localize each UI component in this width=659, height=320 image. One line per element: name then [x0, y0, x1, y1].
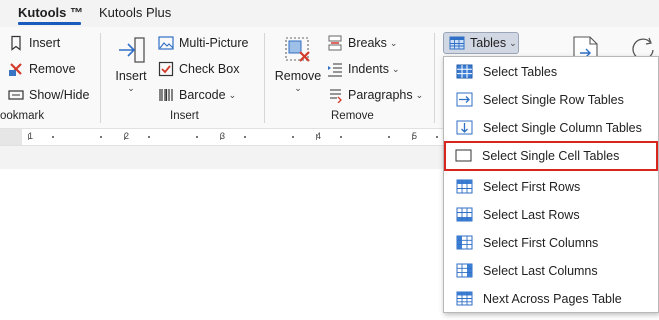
menu-item-label: Select Tables — [483, 65, 558, 79]
indents-label: Indents — [348, 62, 390, 76]
menu-item-label: Next Across Pages Table — [483, 292, 622, 306]
tab-kutools-plus[interactable]: Kutools Plus — [99, 5, 171, 20]
ruler-mark — [52, 136, 54, 138]
ruler-mark — [388, 136, 390, 138]
chevron-down-icon: ⌄ — [294, 83, 302, 93]
menu-item-label: Select Last Columns — [483, 264, 598, 278]
table-icon — [449, 35, 465, 51]
check-box-button[interactable]: Check Box — [158, 58, 239, 80]
menu-item-next-across-pages-table[interactable]: Next Across Pages Table — [446, 285, 656, 313]
ruler-mark — [196, 136, 198, 138]
ribbon-tab-bar: Kutools ™ Kutools Plus — [0, 0, 659, 27]
tables-dropdown-menu: Select Tables Select Single Row Tables S… — [443, 56, 659, 313]
menu-item-label: Select First Rows — [483, 180, 581, 194]
bookmark-group-label: ookmark — [0, 110, 45, 122]
chevron-down-icon: ⌄ — [389, 37, 398, 48]
tables-label: Tables — [470, 36, 507, 50]
ruler-mark — [292, 136, 294, 138]
breaks-button[interactable]: Breaks ⌄ — [327, 32, 397, 54]
tables-dropdown-button[interactable]: Tables ⌄ — [443, 32, 519, 54]
bookmark-showhide-button[interactable]: Show/Hide — [8, 84, 89, 106]
tab-kutools[interactable]: Kutools ™ — [18, 5, 83, 20]
insert-label: Insert — [115, 69, 147, 83]
breaks-icon — [327, 35, 343, 51]
menu-item-select-single-row-tables[interactable]: Select Single Row Tables — [446, 86, 656, 114]
check-box-label: Check Box — [179, 62, 240, 76]
chevron-down-icon: ⌄ — [392, 63, 400, 74]
paragraphs-icon — [327, 87, 343, 104]
ruler-mark — [220, 134, 221, 140]
ruler-mark — [28, 134, 29, 140]
insert-arrow-icon — [110, 35, 152, 67]
menu-item-label: Select Last Rows — [483, 208, 580, 222]
chevron-down-icon: ⌄ — [127, 83, 135, 93]
menu-item-label: Select First Columns — [483, 236, 599, 250]
group-separator — [264, 33, 265, 123]
ruler-mark — [316, 134, 317, 140]
ruler-margin — [0, 129, 22, 145]
menu-item-label: Select Single Column Tables — [483, 121, 642, 135]
multi-picture-button[interactable]: Multi-Picture — [158, 32, 248, 54]
select-tables-icon — [456, 64, 473, 79]
group-separator — [100, 33, 101, 123]
barcode-icon — [158, 87, 174, 103]
menu-item-select-single-column-tables[interactable]: Select Single Column Tables — [446, 114, 656, 142]
ruler-mark — [124, 134, 125, 140]
ruler-mark — [244, 136, 246, 138]
first-rows-icon — [456, 179, 473, 194]
menu-item-select-single-cell-tables[interactable]: Select Single Cell Tables — [444, 141, 658, 171]
multi-picture-label: Multi-Picture — [179, 36, 249, 50]
bookmark-remove-label: Remove — [29, 62, 76, 76]
single-column-tables-icon — [456, 120, 473, 135]
remove-bookmark-icon — [8, 61, 24, 77]
last-rows-icon — [456, 207, 473, 222]
remove-group-label: Remove — [331, 110, 374, 122]
menu-item-select-last-columns[interactable]: Select Last Columns — [446, 257, 656, 285]
chevron-down-icon: ⌄ — [228, 89, 237, 100]
ruler-mark — [436, 136, 438, 138]
across-pages-table-icon — [456, 291, 473, 306]
menu-item-select-last-rows[interactable]: Select Last Rows — [446, 201, 656, 229]
active-tab-indicator — [18, 22, 81, 25]
paragraphs-button[interactable]: Paragraphs ⌄ — [327, 84, 423, 106]
single-cell-tables-icon — [455, 148, 472, 163]
remove-large-button[interactable]: Remove ⌄ — [272, 35, 324, 105]
breaks-label: Breaks — [348, 36, 387, 50]
menu-item-select-first-rows[interactable]: Select First Rows — [446, 173, 656, 201]
menu-item-select-first-columns[interactable]: Select First Columns — [446, 229, 656, 257]
menu-item-select-tables[interactable]: Select Tables — [446, 58, 656, 86]
remove-label: Remove — [274, 69, 322, 83]
first-columns-icon — [456, 235, 473, 250]
ruler-mark — [412, 134, 413, 140]
indents-button[interactable]: Indents ⌄ — [327, 58, 400, 80]
single-row-tables-icon — [456, 92, 473, 107]
menu-item-label: Select Single Row Tables — [483, 93, 624, 107]
show-hide-icon — [8, 87, 24, 103]
paragraphs-label: Paragraphs — [348, 88, 413, 102]
barcode-label: Barcode — [179, 88, 226, 102]
checkbox-icon — [158, 61, 174, 77]
ruler-mark — [148, 136, 150, 138]
bookmark-insert-label: Insert — [29, 36, 61, 50]
chevron-down-icon: ⌄ — [509, 37, 517, 48]
menu-item-label: Select Single Cell Tables — [482, 149, 620, 163]
ruler-mark — [100, 136, 102, 138]
remove-table-icon — [272, 35, 324, 67]
ruler-mark — [340, 136, 342, 138]
insert-group-label: Insert — [170, 110, 199, 122]
chevron-down-icon: ⌄ — [415, 89, 424, 100]
indents-icon — [327, 61, 343, 77]
insert-large-button[interactable]: Insert ⌄ — [110, 35, 152, 105]
bookmark-insert-button[interactable]: Insert — [8, 32, 60, 54]
group-separator — [434, 33, 435, 123]
last-columns-icon — [456, 263, 473, 278]
bookmark-icon — [8, 35, 24, 51]
bookmark-remove-button[interactable]: Remove — [8, 58, 76, 80]
barcode-button[interactable]: Barcode ⌄ — [158, 84, 236, 106]
picture-icon — [158, 35, 174, 51]
bookmark-showhide-label: Show/Hide — [29, 88, 90, 102]
